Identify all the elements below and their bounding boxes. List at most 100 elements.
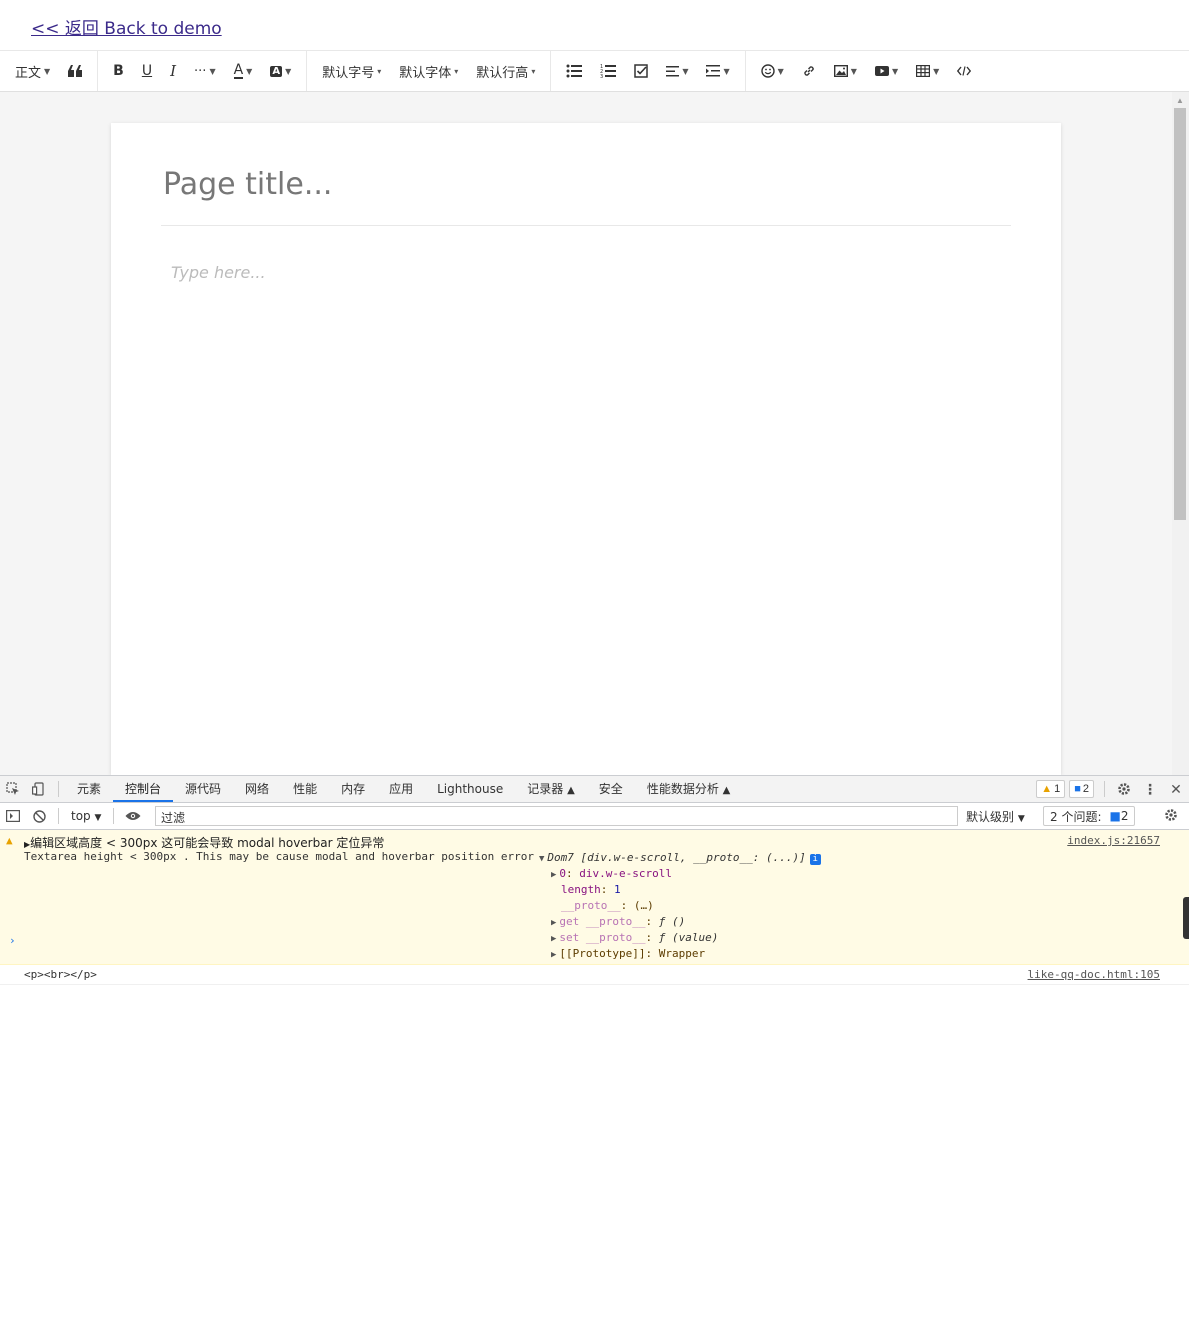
more-options-icon[interactable]: ⋮ [1137, 776, 1163, 802]
more-style-dropdown[interactable]: ··· ▼ [185, 56, 225, 86]
object-tree-head[interactable]: ▼ Dom7 [div.w-e-scroll, __proto__: (...)]… [539, 850, 821, 866]
message-count-badge[interactable]: ■ 2 [1069, 780, 1094, 798]
align-left-icon [666, 65, 680, 76]
bold-button[interactable]: B [104, 56, 133, 86]
object-tree: ▼ Dom7 [div.w-e-scroll, __proto__: (...)]… [539, 850, 821, 962]
back-to-demo-link[interactable]: << 返回 Back to demo [31, 14, 222, 39]
object-key: 0 [559, 867, 567, 880]
code-button[interactable] [948, 56, 980, 86]
caret-down-icon: ▼ [44, 66, 51, 76]
log-source-link[interactable]: like-qq-doc.html:105 [1028, 968, 1160, 981]
tab-application[interactable]: 应用 [377, 776, 425, 802]
editor-scrollbar[interactable]: ▲ [1172, 92, 1189, 775]
divider [58, 808, 59, 824]
bullet-list-button[interactable] [557, 56, 591, 86]
toolbar-group-font: 默认字号 ▾ 默认字体 ▾ 默认行高 ▾ [307, 51, 552, 91]
console-prompt-icon[interactable]: › [9, 934, 16, 947]
clear-console-icon[interactable] [26, 803, 52, 829]
align-dropdown[interactable]: ▼ [657, 56, 697, 86]
object-row-prototype[interactable]: ▶ [[Prototype]]: Wrapper [539, 946, 821, 962]
object-value: (…) [633, 899, 654, 912]
devtools-panel: 元素 控制台 源代码 网络 性能 内存 应用 Lighthouse 记录器 ▲ … [0, 775, 1189, 1320]
log-level-select[interactable]: 默认级别 ▼ [966, 808, 1025, 825]
object-row-setter[interactable]: ▶ set __proto__: ƒ (value) [539, 930, 821, 946]
close-icon[interactable]: ✕ [1163, 776, 1189, 802]
emoji-dropdown[interactable]: ▼ [752, 56, 793, 86]
code-icon [957, 66, 972, 76]
font-color-dropdown[interactable]: A ▼ [225, 56, 262, 86]
tab-memory[interactable]: 内存 [329, 776, 377, 802]
tab-recorder[interactable]: 记录器 ▲ [515, 776, 587, 802]
collapsed-triangle-icon: ▶ [551, 950, 557, 960]
font-family-dropdown[interactable]: 默认字体 ▾ [390, 56, 467, 86]
indent-dropdown[interactable]: ▼ [697, 56, 738, 86]
background-color-dropdown[interactable]: A ▼ [261, 56, 300, 86]
blockquote-button[interactable] [59, 56, 91, 86]
indent-icon [706, 65, 721, 77]
object-row-proto[interactable]: __proto__: (…) [539, 898, 821, 914]
line-height-dropdown[interactable]: 默认行高 ▾ [467, 56, 544, 86]
issues-button[interactable]: 2 个问题: ■ 2 [1043, 806, 1136, 826]
numbered-list-icon: 123 [600, 64, 617, 78]
font-size-dropdown[interactable]: 默认字号 ▾ [313, 56, 390, 86]
caret-down-icon: ▼ [246, 66, 253, 76]
context-select[interactable]: top ▼ [65, 809, 107, 823]
italic-button[interactable]: I [161, 56, 185, 86]
tab-network[interactable]: 网络 [233, 776, 281, 802]
eye-icon[interactable] [120, 803, 146, 829]
underline-icon: U [141, 63, 153, 79]
console-settings-gear-icon[interactable] [1164, 808, 1178, 825]
caret-down-icon: ▼ [94, 813, 102, 823]
object-row-item0[interactable]: ▶ 0: div.w-e-scroll [539, 866, 821, 882]
settings-gear-icon[interactable] [1111, 776, 1137, 802]
collapsed-triangle-icon: ▶ [551, 934, 557, 944]
paragraph-style-dropdown[interactable]: 正文 ▼ [6, 56, 59, 86]
tab-performance[interactable]: 性能 [281, 776, 329, 802]
device-toggle-icon[interactable] [26, 776, 52, 802]
tab-performance-insights-label: 性能数据分析 [646, 782, 719, 796]
collapsed-triangle-icon: ▶ [551, 870, 557, 880]
paragraph-style-label: 正文 [15, 65, 42, 81]
link-button[interactable] [793, 56, 825, 86]
page-title-input[interactable]: Page title... [163, 167, 332, 202]
tab-sources[interactable]: 源代码 [173, 776, 233, 802]
object-value: div.w-e-scroll [579, 867, 673, 880]
tab-security[interactable]: 安全 [587, 776, 635, 802]
font-size-label: 默认字号 [322, 65, 375, 81]
object-value: Wrapper [658, 947, 706, 960]
image-dropdown[interactable]: ▼ [825, 56, 866, 86]
console-filter-input[interactable]: 过滤 [155, 806, 958, 826]
tab-console[interactable]: 控制台 [113, 776, 174, 802]
inspect-element-icon[interactable] [0, 776, 26, 802]
bold-icon: B [113, 63, 124, 79]
table-dropdown[interactable]: ▼ [907, 56, 948, 86]
object-key: __proto__ [561, 899, 621, 912]
warning-source-link[interactable]: index.js:21657 [1067, 834, 1160, 847]
warning-count: 1 [1054, 783, 1061, 795]
tab-lighthouse[interactable]: Lighthouse [425, 776, 515, 802]
sidebar-toggle-icon[interactable] [0, 803, 26, 829]
devtools-tab-actions: ▲ 1 ■ 2 ⋮ ✕ [1036, 776, 1189, 802]
video-dropdown[interactable]: ▼ [866, 56, 907, 86]
issues-count: 2 [1120, 809, 1129, 823]
scrollbar-thumb[interactable] [1174, 108, 1186, 520]
caret-down-icon: ▼ [933, 66, 940, 76]
expanded-triangle-icon: ▼ [539, 854, 545, 864]
editor-body-input[interactable]: Type here... [171, 263, 266, 282]
toolbar-group-text: B U I ··· ▼ A ▼ A ▼ [98, 51, 308, 91]
numbered-list-button[interactable]: 123 [591, 56, 625, 86]
underline-button[interactable]: U [133, 56, 161, 86]
tab-elements[interactable]: 元素 [65, 776, 113, 802]
warning-message-line1[interactable]: ▶编辑区域高度 < 300px 这可能会导致 modal hoverbar 定位… [24, 834, 384, 851]
warning-count-badge[interactable]: ▲ 1 [1036, 780, 1066, 798]
object-row-getter[interactable]: ▶ get __proto__: ƒ () [539, 914, 821, 930]
drawer-handle[interactable] [1183, 897, 1189, 939]
scroll-up-arrow-icon[interactable]: ▲ [1176, 96, 1184, 105]
font-family-label: 默认字体 [399, 65, 452, 81]
info-icon: i [809, 854, 821, 865]
editor-toolbar: 正文 ▼ B U I ··· ▼ A ▼ A ▼ 默认字号 ▾ 默认字体 ▾ 默认行高 ▾ 1… [0, 50, 1189, 92]
flask-icon: ▲ [722, 785, 731, 796]
image-icon [833, 65, 848, 77]
tab-performance-insights[interactable]: 性能数据分析 ▲ [635, 776, 743, 802]
todo-list-button[interactable] [625, 56, 657, 86]
